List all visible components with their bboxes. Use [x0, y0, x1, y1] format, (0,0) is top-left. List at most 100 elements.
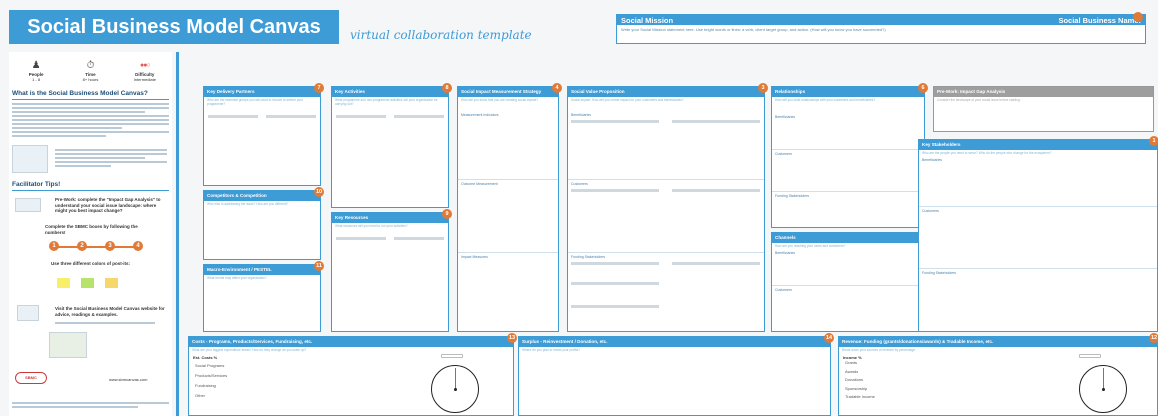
step-badge: 9 [442, 209, 452, 219]
business-name-label: Social Business Name: [1058, 15, 1141, 25]
social-value-proposition-box[interactable]: Social Value Proposition Social Impact: … [567, 83, 768, 332]
sticky-placeholder [571, 305, 659, 308]
costs-box[interactable]: Costs - Programs, Products/Services, Fun… [188, 333, 517, 416]
relationships-box[interactable]: Relationships How will you build relatio… [771, 83, 928, 228]
key-stakeholders-box[interactable]: Key Stakeholders Who are the people you … [918, 136, 1158, 332]
box-sublabel: Funding Stakeholders [571, 255, 606, 259]
box-desc: Where do you plan to invest your profits… [522, 347, 580, 352]
page-title: Social Business Model Canvas [27, 16, 321, 38]
cost-item: Fundraising [195, 383, 216, 388]
box-sublabel: Beneficiaries [775, 251, 796, 255]
box-desc: How will you show that you are creating … [461, 97, 539, 102]
box-desc: Consider the landscape of your social is… [937, 97, 1021, 102]
box-desc: Who are the essential groups you will ne… [207, 97, 304, 106]
stat-people: ♟ People 1 - 8 [16, 60, 56, 82]
box-desc: Who are the people you need to serve? Wh… [922, 150, 1052, 155]
social-mission-box[interactable]: Social Mission Social Business Name: Wri… [616, 12, 1146, 44]
website-links [55, 322, 155, 326]
social-impact-measurement-box[interactable]: Social Impact Measurement Strategy How w… [457, 83, 562, 332]
box-title: Surplus - Reinvestment / Donation, etc. [519, 337, 830, 347]
sticky-placeholder [336, 237, 386, 240]
channels-box[interactable]: Channels How are you reaching your users… [771, 229, 928, 332]
social-mission-title: Social Mission [621, 15, 674, 25]
box-sublabel: Funding Stakeholders [922, 271, 957, 275]
step-badge: 12 [1149, 333, 1158, 343]
step-badge: 6 [918, 83, 928, 93]
box-title: Key Activities [332, 87, 448, 97]
revenue-box[interactable]: Revenue: Funding (grants/donations/award… [838, 333, 1158, 416]
website-thumbnail [17, 305, 39, 321]
box-desc: Social Impact: How will you create impac… [571, 97, 684, 102]
section-divider [458, 252, 558, 253]
heading-rule [12, 99, 169, 100]
impact-gap-analysis-box[interactable]: Pre-Work: Impact Gap Analysis Consider t… [933, 86, 1154, 132]
box-desc: What trends may affect your organization… [207, 275, 267, 280]
key-activities-box[interactable]: Key Activities What programme and non-pr… [331, 83, 452, 208]
key-resources-box[interactable]: Key Resources What resources will you ne… [331, 209, 452, 332]
box-desc: What programme and non-programme activit… [335, 97, 438, 106]
step-badge: 1 [49, 241, 59, 251]
revenue-item: Awards [845, 368, 859, 374]
stat-value: Intermediate [133, 77, 156, 82]
map-thumbnail [49, 332, 87, 358]
website-link[interactable]: www.sbmcanvas.com [109, 377, 147, 382]
tip-website: Visit the Social Business Model Canvas w… [55, 306, 165, 317]
cost-pie-icon [431, 365, 479, 413]
section-divider [568, 252, 764, 253]
what-heading: What is the Social Business Model Canvas… [12, 90, 148, 97]
people-icon: ♟ [31, 60, 41, 71]
section-divider [919, 268, 1157, 269]
canvas-title-bar: Social Business Model Canvas [9, 10, 339, 44]
competitors-box[interactable]: Competitors & Competition Who else is ad… [203, 187, 324, 260]
box-title: Pre-Work: Impact Gap Analysis [934, 87, 1153, 97]
mission-badge [1133, 12, 1143, 22]
section-divider [772, 285, 924, 286]
surplus-box[interactable]: Surplus - Reinvestment / Donation, etc. … [518, 333, 834, 416]
thumbnail-caption [55, 149, 167, 169]
revenue-categories: Grants Awards Donations Sponsorship Trad… [845, 359, 875, 402]
sticky-placeholder [672, 189, 760, 192]
step-badge: 4 [552, 83, 562, 93]
step-badge: 11 [314, 261, 324, 271]
box-desc: How will you build relationships with yo… [775, 97, 876, 102]
box-sublabel: Impact Measures [461, 255, 488, 259]
box-sublabel: Beneficiaries [922, 158, 943, 162]
canvas-thumbnail [12, 145, 48, 173]
sidebar-divider [176, 52, 179, 416]
step-sequence: 1 2 3 4 [49, 239, 144, 253]
step-badge: 13 [507, 333, 517, 343]
license-text [12, 402, 169, 410]
sticky-placeholder [266, 115, 316, 118]
box-title: Social Impact Measurement Strategy [458, 87, 558, 97]
section-divider [772, 191, 924, 192]
box-title: Macro-Environment / PESTEL [204, 265, 320, 275]
timer-icon: ⏱ [86, 60, 95, 71]
revenue-pie-icon [1079, 365, 1127, 413]
box-title: Competitors & Competition [204, 191, 320, 201]
intro-text-block [12, 103, 169, 139]
step-badge: 3 [758, 83, 768, 93]
sticky-placeholder [672, 262, 760, 265]
stats-row: ♟ People 1 - 8 ⏱ Time 8+ hours ●●○ Diffi… [9, 60, 172, 82]
sticky-placeholder [571, 120, 659, 123]
box-sublabel: Beneficiaries [775, 115, 796, 119]
pie-label-box [441, 354, 463, 358]
step-badge: 3 [105, 241, 115, 251]
key-delivery-partners-box[interactable]: Key Delivery Partners Who are the essent… [203, 83, 324, 186]
step-connector [53, 246, 140, 248]
section-divider [772, 149, 924, 150]
box-sublabel: Funding Stakeholders [775, 194, 810, 198]
macro-environment-box[interactable]: Macro-Environment / PESTEL What trends m… [203, 261, 324, 332]
page-subtitle: virtual collaboration template [350, 28, 532, 42]
postit-yellow [57, 278, 70, 288]
step-badge: 8 [442, 83, 452, 93]
box-sublabel: Customers [775, 152, 792, 156]
box-sublabel: Customers [922, 209, 939, 213]
tip-colors: Use three different colors of post-its: [50, 261, 130, 266]
heading-rule [12, 190, 169, 191]
step-badge: 4 [133, 241, 143, 251]
section-divider [919, 206, 1157, 207]
box-title: Key Delivery Partners [204, 87, 320, 97]
revenue-item: Sponsorship [845, 385, 868, 391]
sticky-placeholder [208, 115, 258, 118]
